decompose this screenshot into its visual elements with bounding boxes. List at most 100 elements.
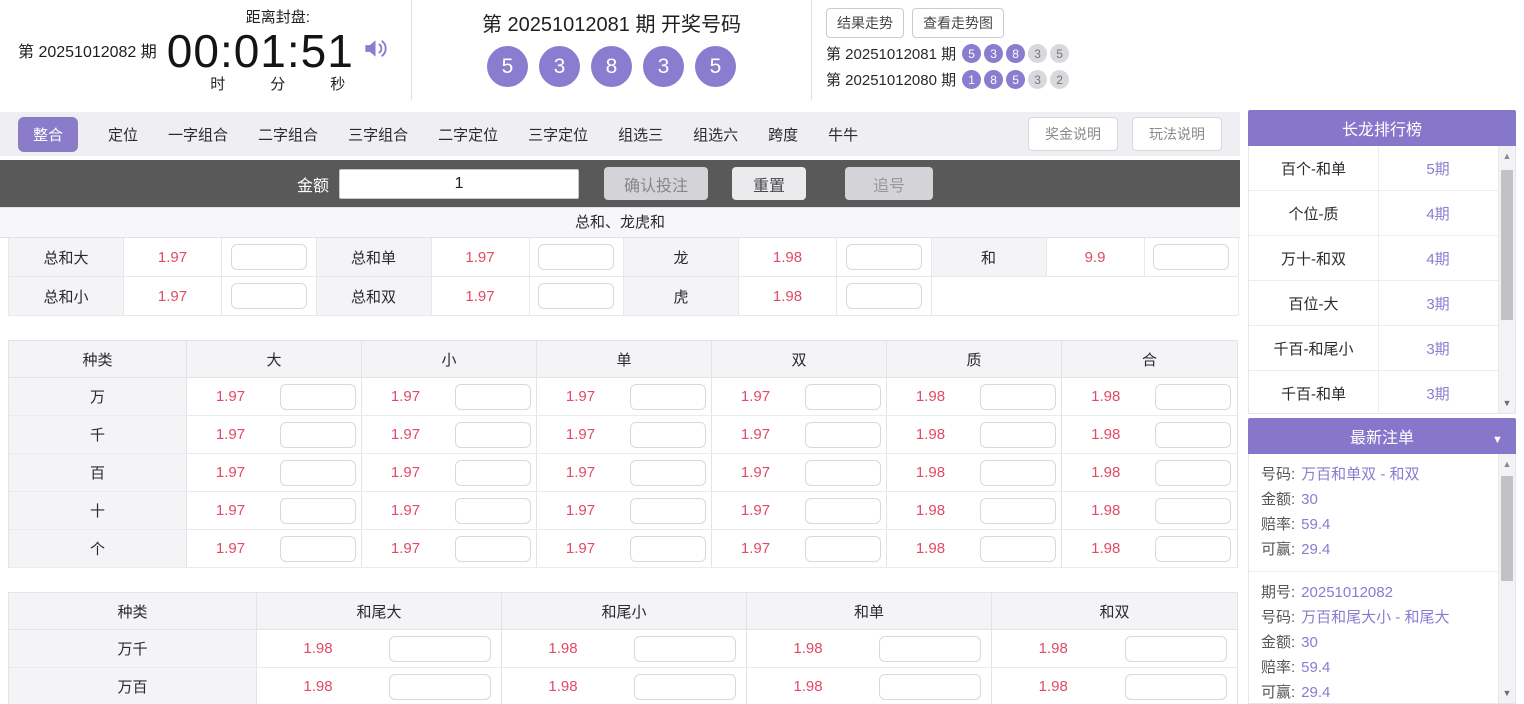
- rules-info-button[interactable]: 玩法说明: [1132, 117, 1222, 151]
- bet-amount-input[interactable]: [629, 535, 706, 562]
- order-line: 赔率: 59.4: [1261, 655, 1485, 680]
- bet-amount-input[interactable]: [1153, 244, 1230, 270]
- bet-amount-input[interactable]: [979, 383, 1056, 410]
- bet-amount-input[interactable]: [538, 283, 615, 309]
- play-type-tab[interactable]: 一字组合: [168, 124, 228, 145]
- scroll-down-icon[interactable]: [1499, 395, 1515, 411]
- column-header: 种类: [9, 593, 257, 629]
- play-type-tab[interactable]: 二字组合: [258, 124, 318, 145]
- bet-amount-input[interactable]: [879, 673, 981, 700]
- bet-input-cell: [799, 535, 886, 562]
- bet-amount-input[interactable]: [454, 421, 531, 448]
- play-type-tab[interactable]: 跨度: [768, 124, 798, 145]
- bet-amount-input[interactable]: [979, 459, 1056, 486]
- play-type-tab[interactable]: 定位: [108, 124, 138, 145]
- scrollbar-thumb[interactable]: [1501, 170, 1513, 320]
- bet-amount-input[interactable]: [804, 497, 881, 524]
- bet-amount-input[interactable]: [230, 283, 307, 309]
- bet-amount-input[interactable]: [979, 497, 1056, 524]
- scrollbar[interactable]: [1498, 146, 1515, 413]
- bet-amount-input[interactable]: [804, 421, 881, 448]
- bet-amount-input[interactable]: [279, 459, 356, 486]
- bet-input-cell: [624, 383, 711, 410]
- bet-amount-input[interactable]: [279, 421, 356, 448]
- bet-amount-input[interactable]: [279, 383, 356, 410]
- bet-input-cell: [274, 459, 361, 486]
- countdown-time: 00:01:51: [166, 24, 354, 77]
- play-type-tab[interactable]: 组选三: [618, 124, 663, 145]
- play-type-tab[interactable]: 组选六: [693, 124, 738, 145]
- scroll-up-icon[interactable]: [1499, 148, 1515, 164]
- bet-amount-input[interactable]: [389, 635, 491, 662]
- history-issue: 第 20251012080 期: [826, 72, 957, 89]
- bet-odds: 1.98: [1091, 502, 1121, 519]
- bet-amount-input[interactable]: [845, 244, 922, 270]
- rank-item-count: 3期: [1426, 295, 1450, 313]
- bet-amount-input[interactable]: [804, 383, 881, 410]
- bet-amount-input[interactable]: [454, 459, 531, 486]
- row-kind-label: 十: [9, 492, 187, 529]
- play-type-tab[interactable]: 三字组合: [348, 124, 408, 145]
- scrollbar-thumb[interactable]: [1501, 476, 1513, 581]
- confirm-bet-button[interactable]: 确认投注: [604, 167, 709, 200]
- bet-amount-input[interactable]: [454, 497, 531, 524]
- bet-odds: 1.97: [124, 277, 222, 315]
- bet-amount-input[interactable]: [279, 535, 356, 562]
- column-header: 和尾小: [502, 593, 747, 629]
- speaker-icon[interactable]: [362, 35, 389, 67]
- bet-amount-input[interactable]: [1155, 383, 1232, 410]
- bet-amount-input[interactable]: [1155, 459, 1232, 486]
- play-type-tab[interactable]: 二字定位: [438, 124, 498, 145]
- bet-amount-input[interactable]: [629, 383, 706, 410]
- bet-amount-input[interactable]: [979, 421, 1056, 448]
- bet-amount-input[interactable]: [1124, 635, 1227, 662]
- scroll-up-icon[interactable]: [1499, 456, 1515, 472]
- bet-odds: 1.98: [915, 464, 946, 481]
- play-type-tab[interactable]: 牛牛: [828, 124, 858, 145]
- bet-amount-input[interactable]: [1155, 421, 1232, 448]
- bet-amount-input[interactable]: [454, 535, 531, 562]
- view-trend-chart-button[interactable]: 查看走势图: [912, 8, 1004, 38]
- chase-number-button[interactable]: 追号: [845, 167, 934, 200]
- bet-cell: 1.98: [257, 630, 502, 667]
- bet-amount-input[interactable]: [845, 283, 922, 309]
- rank-item-name: 百个-和单: [1249, 146, 1379, 190]
- bet-amount-input[interactable]: [979, 535, 1056, 562]
- bet-amount-input[interactable]: [1124, 673, 1227, 700]
- amount-input[interactable]: [339, 168, 580, 199]
- bet-odds: 1.98: [915, 540, 946, 557]
- order-field-value: 20251012082: [1301, 584, 1393, 601]
- bet-amount-input[interactable]: [804, 459, 881, 486]
- result-trend-button[interactable]: 结果走势: [826, 8, 904, 38]
- rank-list-item: 百位-大 3期: [1249, 281, 1515, 326]
- bet-odds: 1.97: [390, 426, 421, 443]
- scroll-down-icon[interactable]: [1499, 685, 1515, 701]
- bet-cell: 1.98: [747, 630, 992, 667]
- bet-amount-input[interactable]: [804, 535, 881, 562]
- bet-amount-input[interactable]: [629, 459, 706, 486]
- prize-info-button[interactable]: 奖金说明: [1028, 117, 1118, 151]
- bet-amount-input[interactable]: [879, 635, 981, 662]
- chevron-down-icon[interactable]: [1492, 430, 1504, 442]
- bet-input-cell: [974, 383, 1061, 410]
- bet-amount-input[interactable]: [538, 244, 615, 270]
- bet-amount-input[interactable]: [389, 673, 491, 700]
- bet-amount-input[interactable]: [1155, 497, 1232, 524]
- bet-amount-input[interactable]: [230, 244, 307, 270]
- bet-amount-input[interactable]: [629, 421, 706, 448]
- bet-amount-input[interactable]: [634, 635, 736, 662]
- rank-items: 百个-和单 5期 个位-质 4期 万十-和双 4期 百位-大 3期 千百-和尾小…: [1249, 146, 1515, 413]
- bet-amount-input[interactable]: [1155, 535, 1232, 562]
- scrollbar[interactable]: [1498, 454, 1515, 703]
- empty-cell: [931, 277, 1239, 315]
- bet-cell: 1.98: [887, 530, 1062, 567]
- bet-amount-input[interactable]: [279, 497, 356, 524]
- bet-odds: 1.97: [215, 540, 246, 557]
- bet-amount-input[interactable]: [634, 673, 736, 700]
- bet-amount-input[interactable]: [629, 497, 706, 524]
- reset-button[interactable]: 重置: [732, 167, 807, 200]
- play-type-tab[interactable]: 整合: [18, 116, 79, 152]
- bet-amount-input[interactable]: [454, 383, 531, 410]
- play-type-tab[interactable]: 三字定位: [528, 124, 588, 145]
- bet-cell: 1.98: [887, 454, 1062, 491]
